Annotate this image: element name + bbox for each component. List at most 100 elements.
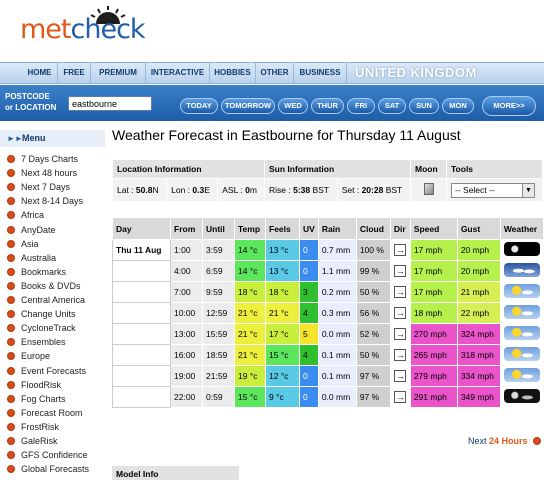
nav-free[interactable]: FREE (58, 63, 91, 83)
sidebar-item[interactable]: Change Units (7, 308, 76, 321)
from-cell: 1:00 (170, 239, 203, 261)
lat-cell: Lat : 50.8N (111, 178, 168, 202)
day-cell (112, 386, 171, 408)
rain-cell: 0.0 mm (317, 386, 357, 408)
nav-premium[interactable]: PREMIUM (91, 63, 146, 83)
nav-interactive[interactable]: INTERACTIVE (146, 63, 210, 83)
weather-dark-icon[interactable] (503, 242, 540, 256)
weather-cloud-icon[interactable] (503, 263, 540, 277)
dir-cell: → (389, 239, 411, 261)
weather-cell (499, 302, 544, 324)
bullet-icon (7, 267, 15, 276)
gust-cell: 324 mph (456, 323, 501, 345)
logo-met: met (20, 14, 71, 45)
nav-business[interactable]: BUSINESS (294, 63, 347, 83)
nav-hobbies[interactable]: HOBBIES (210, 63, 256, 83)
sidebar-item[interactable]: Event Forecasts (7, 365, 86, 378)
chevron-down-icon[interactable]: ▼ (522, 183, 534, 197)
gust-cell: 22 mph (456, 302, 501, 324)
sidebar-item[interactable]: GaleRisk (7, 435, 58, 448)
weather-sunny-icon[interactable] (503, 368, 540, 382)
weather-sunny-icon[interactable] (503, 326, 540, 340)
day-button-sun[interactable]: SUN (409, 98, 439, 114)
sidebar-item[interactable]: FloodRisk (7, 379, 61, 392)
sidebar-item[interactable]: Fog Charts (7, 393, 66, 406)
weather-cell (499, 365, 544, 387)
cloud-cell: 100 % (355, 239, 391, 261)
sidebar-item[interactable]: Global Forecasts (7, 463, 89, 476)
nav-home[interactable]: HOME (22, 63, 58, 83)
weather-sunny-icon[interactable] (503, 284, 540, 298)
metcheck-logo[interactable]: metcheck (20, 14, 146, 45)
until-cell: 9:59 (202, 281, 235, 303)
day-button-tomorrow[interactable]: TOMORROW (221, 98, 275, 114)
sidebar-item[interactable]: Books & DVDs (7, 280, 81, 293)
temp-cell: 21 °c (234, 302, 266, 324)
weather-night-icon[interactable] (503, 389, 540, 403)
more-days-button[interactable]: MORE>> (482, 96, 536, 116)
location-input[interactable] (68, 96, 152, 111)
weather-sunny-icon[interactable] (503, 347, 540, 361)
sidebar-item-label: Central America (21, 295, 86, 305)
day-cell (112, 365, 171, 387)
next-24-hours-link[interactable]: Next 24 Hours (468, 436, 541, 446)
asl-label: ASL : (222, 185, 246, 195)
tools-select[interactable]: -- Select -- ▼ (451, 182, 535, 198)
menu-header[interactable]: ►► Menu (0, 130, 105, 147)
bullet-icon (7, 408, 15, 417)
sidebar-item[interactable]: Next 7 Days (7, 181, 70, 194)
gust-cell: 20 mph (456, 239, 501, 261)
sidebar-item[interactable]: Europe (7, 350, 50, 363)
postcode-label: POSTCODE or LOCATION (5, 91, 56, 113)
menu-arrow-icon: ►► (7, 134, 23, 143)
sidebar-item[interactable]: Ensembles (7, 336, 66, 349)
day-button-thur[interactable]: THUR (311, 98, 344, 114)
forecast-row: 13:00 15:59 21 °c 17 °c 5 0.0 mm 52 % → 270 mph 3… (112, 323, 544, 345)
moon-phase-icon[interactable] (423, 183, 434, 195)
model-info-header: Model Info (112, 466, 239, 480)
forecast-header-cell: Until (202, 217, 235, 240)
weather-sunny-icon[interactable] (503, 305, 540, 319)
sidebar-item[interactable]: Forecast Room (7, 407, 83, 420)
sidebar-item[interactable]: GFS Confidence (7, 449, 88, 462)
cloud-cell: 56 % (355, 302, 391, 324)
day-button-fri[interactable]: FRI (347, 98, 375, 114)
uv-cell: 4 (299, 344, 319, 366)
day-cell (112, 323, 171, 345)
nav-other[interactable]: OTHER (256, 63, 294, 83)
day-button-wed[interactable]: WED (278, 98, 308, 114)
sidebar-item[interactable]: CycloneTrack (7, 322, 76, 335)
cloud-cell: 50 % (355, 281, 391, 303)
bullet-icon (7, 183, 15, 192)
moon-header: Moon (410, 159, 447, 179)
dir-cell: → (389, 323, 411, 345)
sidebar-item[interactable]: 7 Days Charts (7, 153, 78, 166)
sidebar-item[interactable]: Bookmarks (7, 266, 66, 279)
sidebar-item-label: Next 7 Days (21, 182, 71, 193)
day-button-today[interactable]: TODAY (180, 98, 218, 114)
temp-cell: 14 °c (234, 260, 266, 282)
sidebar-item[interactable]: Africa (7, 209, 44, 222)
sidebar-item[interactable]: Central America (7, 294, 85, 307)
from-cell: 10:00 (170, 302, 203, 324)
sidebar-item[interactable]: Asia (7, 238, 39, 251)
day-button-sat[interactable]: SAT (378, 98, 406, 114)
weather-cell (499, 323, 544, 345)
until-cell: 15:59 (202, 323, 235, 345)
lon-value: 0.3 (192, 185, 205, 195)
day-button-mon[interactable]: MON (442, 98, 474, 114)
wind-direction-arrow-icon: → (394, 328, 407, 340)
from-cell: 4:00 (170, 260, 203, 282)
bullet-icon (7, 451, 15, 460)
sidebar-item[interactable]: Next 48 hours (7, 167, 77, 180)
sidebar-item[interactable]: FrostRisk (7, 421, 59, 434)
sidebar-item-label: FloodRisk (21, 379, 62, 390)
forecast-header-cell: Temp (234, 217, 266, 240)
sidebar-item[interactable]: Australia (7, 252, 56, 265)
cloud-cell: 50 % (355, 344, 391, 366)
sidebar-item[interactable]: Next 8-14 Days (7, 195, 83, 208)
uv-cell: 4 (299, 302, 319, 324)
bullet-icon (7, 197, 15, 206)
sidebar-item[interactable]: AnyDate (7, 224, 56, 237)
rain-cell: 1.1 mm (317, 260, 357, 282)
